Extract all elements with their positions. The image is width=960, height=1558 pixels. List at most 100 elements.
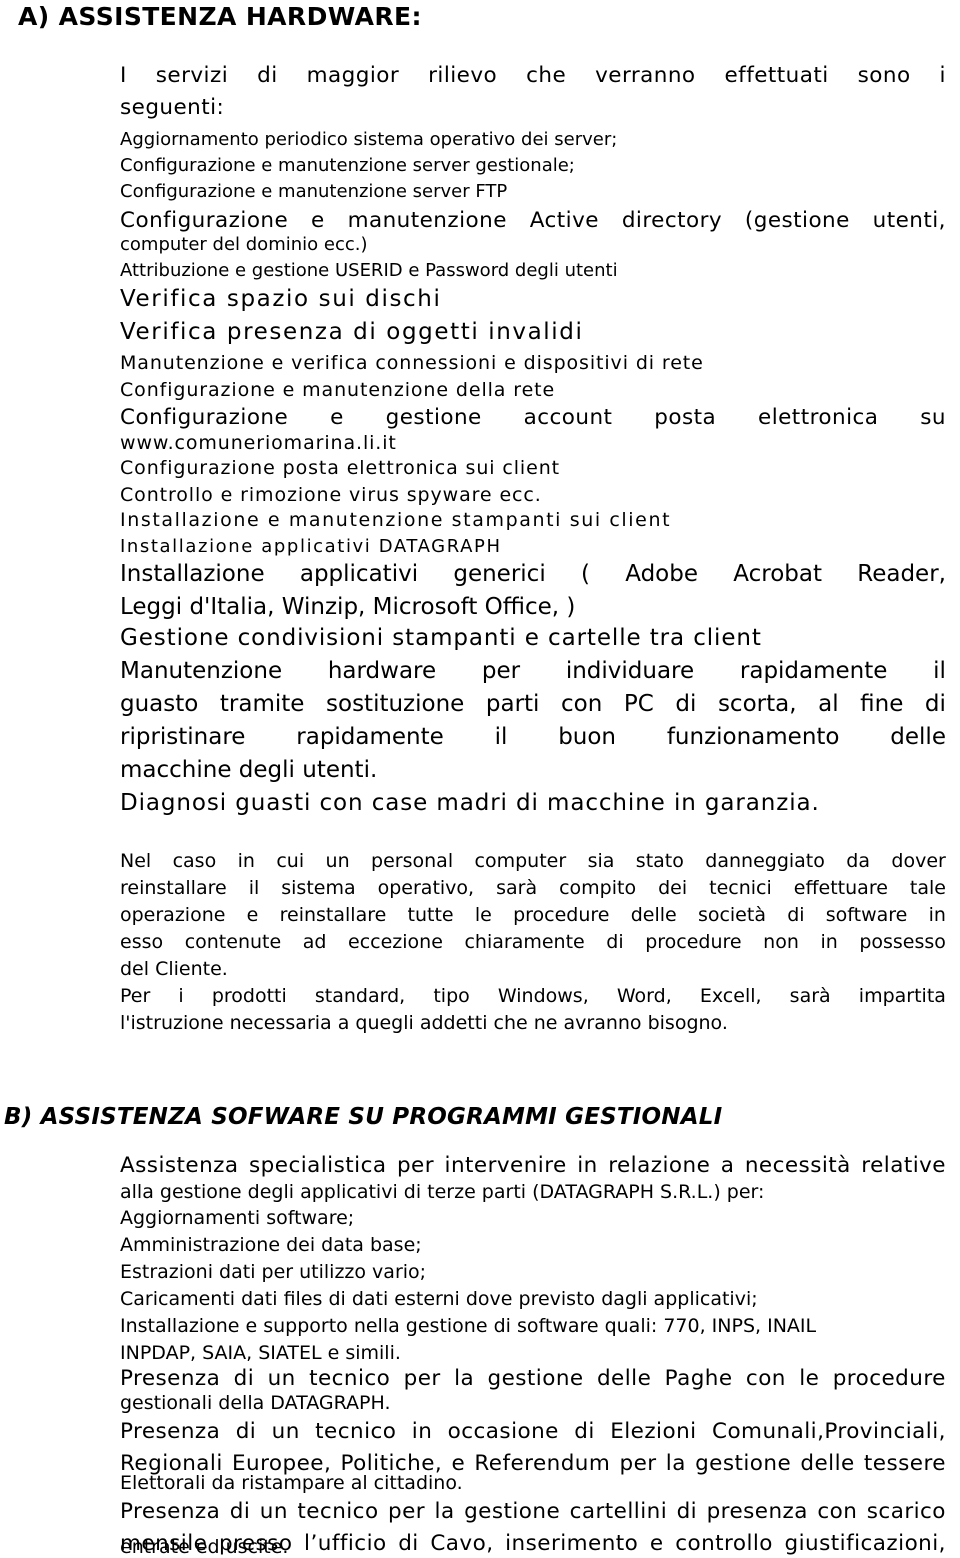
- word: la: [434, 1499, 455, 1524]
- service-list-2: Manutenzione e verifica connessioni e di…: [120, 350, 946, 404]
- word: Nel: [120, 850, 152, 872]
- word: ad: [302, 931, 327, 953]
- paragraph-line: esso contenute ad eccezione chiaramente …: [120, 929, 946, 956]
- word: che: [526, 63, 567, 88]
- manutenzione-hw-line-1: Manutenzione hardware per individuare ra…: [120, 655, 946, 688]
- condivisioni-entry: Gestione condivisioni stampanti e cartel…: [120, 622, 946, 655]
- word: parti: [485, 691, 540, 717]
- word: sostituzione: [326, 691, 465, 717]
- word: impartita: [858, 985, 946, 1007]
- list-item: Configurazione e manutenzione della rete: [120, 379, 556, 401]
- word: maggior: [306, 63, 400, 88]
- paragraph-line: Nel caso in cui un personal computer sia…: [120, 848, 946, 875]
- word: standard,: [314, 985, 406, 1007]
- list-item: Caricamenti dati files di dati esterni d…: [120, 1288, 758, 1310]
- userid-entry: Attribuzione e gestione USERID e Passwor…: [120, 258, 946, 284]
- verifica-spazio-entry: Verifica spazio sui dischi: [120, 283, 946, 316]
- list-item: Attribuzione e gestione USERID e Passwor…: [120, 260, 618, 281]
- word: Reader,: [857, 561, 946, 587]
- word: applicativi: [299, 561, 419, 587]
- word: il: [933, 658, 946, 684]
- word: al: [818, 691, 839, 717]
- list-item: Elettorali da ristampare al cittadino.: [120, 1472, 463, 1494]
- word: con: [817, 1499, 858, 1524]
- word: fine: [860, 691, 904, 717]
- word: Assistenza: [120, 1153, 239, 1178]
- stampanti-entry: Installazione e manutenzione stampanti s…: [120, 507, 946, 534]
- word: dover: [891, 850, 946, 872]
- list-item: Aggiornamenti software;: [120, 1207, 355, 1229]
- word: di: [676, 1499, 698, 1524]
- word: compito: [559, 877, 637, 899]
- section-b-heading: B) ASSISTENZA SOFWARE SU PROGRAMMI GESTI…: [4, 1104, 723, 1130]
- word: caso: [172, 850, 217, 872]
- word: esso: [120, 931, 164, 953]
- word: di: [675, 691, 697, 717]
- word: Windows,: [497, 985, 589, 1007]
- list-item: Verifica presenza di oggetti invalidi: [120, 319, 584, 345]
- word: guasto: [120, 691, 199, 717]
- word: sistema: [281, 877, 356, 899]
- word: i: [178, 985, 184, 1007]
- word: in: [577, 1153, 598, 1178]
- list-item: gestionali della DATAGRAPH.: [120, 1392, 391, 1414]
- section-b-intro: Assistenza specialistica per intervenire…: [120, 1150, 946, 1182]
- diagnosi-guasti-entry: Diagnosi guasti con case madri di macchi…: [120, 787, 946, 820]
- word: personal: [371, 850, 454, 872]
- word: Presenza: [120, 1499, 221, 1524]
- word: necessità: [744, 1153, 851, 1178]
- word: individuare: [565, 658, 695, 684]
- word: tramite: [219, 691, 305, 717]
- word: gestione: [464, 1499, 561, 1524]
- paragraph-line: Per i prodotti standard, tipo Windows, W…: [120, 983, 946, 1010]
- word: verranno: [595, 63, 696, 88]
- word: un: [325, 850, 350, 872]
- word: PC: [623, 691, 654, 717]
- word: di: [606, 931, 624, 953]
- word: funzionamento: [666, 724, 840, 750]
- cartellini-line-1: Presenza di un tecnico per la gestione c…: [120, 1496, 946, 1528]
- paragraph-line: del Cliente.: [120, 958, 228, 980]
- word: Word,: [616, 985, 672, 1007]
- word: sono: [857, 63, 911, 88]
- word: di: [235, 1419, 257, 1444]
- section-b-list-1: Aggiornamenti software; Amministrazione …: [120, 1205, 946, 1367]
- list-item: Estrazioni dati per utilizzo vario;: [120, 1261, 427, 1283]
- word: di: [924, 691, 946, 717]
- word: in: [820, 931, 838, 953]
- word: sia: [587, 850, 615, 872]
- word: Presenza: [120, 1419, 221, 1444]
- word: scarico: [866, 1499, 946, 1524]
- word: sarà: [496, 877, 538, 899]
- word: reinstallare: [279, 904, 387, 926]
- word: di: [574, 1419, 595, 1444]
- applicativi-generici-line: Installazione applicativi generici ( Ado…: [120, 558, 946, 591]
- word: danneggiato: [705, 850, 825, 872]
- word: chiaramente: [464, 931, 585, 953]
- word: rapidamente: [296, 724, 444, 750]
- word: hardware: [327, 658, 437, 684]
- word: le: [474, 904, 492, 926]
- cartellini-continuation: entrate ed uscite.: [120, 1534, 946, 1558]
- word: presenza: [706, 1499, 808, 1524]
- service-list-3: Configurazione posta elettronica sui cli…: [120, 455, 946, 509]
- list-item: entrate ed uscite.: [120, 1536, 289, 1558]
- word: I: [120, 63, 127, 88]
- word: di: [257, 63, 278, 88]
- word: rilievo: [428, 63, 498, 88]
- word: prodotti: [211, 985, 287, 1007]
- list-item: Installazione e supporto nella gestione …: [120, 1315, 817, 1337]
- word: Acrobat: [733, 561, 822, 587]
- email-url-line: www.comuneriomarina.li.it: [120, 430, 946, 457]
- list-item: Installazione e manutenzione stampanti s…: [120, 509, 672, 531]
- word: eccezione: [348, 931, 443, 953]
- word: Comunali,Provinciali,: [711, 1419, 946, 1444]
- word: ripristinare: [120, 724, 246, 750]
- word: in: [237, 850, 255, 872]
- list-item: Configurazione e manutenzione server FTP: [120, 181, 508, 202]
- word: per: [396, 1153, 435, 1178]
- active-directory-continuation: computer del dominio ecc.): [120, 232, 946, 258]
- word: da: [846, 850, 871, 872]
- word: delle: [630, 904, 677, 926]
- word: Manutenzione: [120, 658, 283, 684]
